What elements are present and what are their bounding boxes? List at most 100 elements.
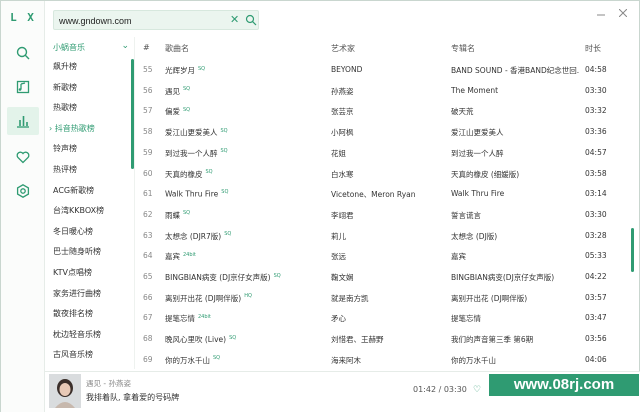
nav-charts[interactable] bbox=[7, 107, 39, 135]
nav-settings[interactable] bbox=[7, 177, 39, 205]
song-artist-text: 海来阿木 bbox=[331, 355, 361, 365]
song-artist: Vicetone、Meron Ryan bbox=[331, 189, 447, 200]
category-item[interactable]: 冬日暖心榜 bbox=[45, 222, 131, 242]
nav-search[interactable] bbox=[7, 39, 39, 67]
category-item[interactable]: ACG新歌榜 bbox=[45, 181, 131, 201]
row-number-text: 66 bbox=[143, 292, 153, 302]
category-item[interactable]: 枕边轻音乐榜 bbox=[45, 325, 131, 345]
category-item[interactable]: 台湾KKBOX榜 bbox=[45, 201, 131, 221]
song-title: 天真的橡皮 SQ bbox=[165, 169, 325, 180]
row-number-text: 63 bbox=[143, 230, 153, 240]
song-title-text: 天真的橡皮 bbox=[165, 169, 203, 179]
lyric-text: 我排着队, 拿着爱的号码牌 bbox=[86, 393, 180, 402]
table-row[interactable]: 61 Walk Thru Fire SQ Vicetone、Meron Ryan Wal… bbox=[135, 183, 631, 204]
song-album: Walk Thru Fire bbox=[451, 189, 579, 198]
favorite-button[interactable]: ♡ bbox=[473, 385, 481, 395]
song-album: BINGBIAN病变(DJ京仔女声版) bbox=[451, 272, 579, 283]
song-title-text: 爱江山更爱美人 bbox=[165, 128, 218, 138]
row-number: 68 bbox=[143, 334, 153, 343]
song-duration: 03:47 bbox=[585, 313, 607, 322]
song-title-text: BINGBIAN病变 (DJ京仔女声版) bbox=[165, 273, 271, 282]
category-item[interactable]: 巴士随身听榜 bbox=[45, 242, 131, 262]
table-row[interactable]: 69 你的万水千山 SQ 海来阿木 你的万水千山 04:06 bbox=[135, 349, 631, 369]
song-artist: 张远 bbox=[331, 251, 447, 262]
quality-badge: SQ bbox=[198, 65, 206, 72]
category-item[interactable]: 新歌榜 bbox=[45, 78, 131, 98]
song-title-text: 提笔忘情 bbox=[165, 314, 195, 324]
clear-icon[interactable]: ✕ bbox=[230, 13, 239, 26]
song-title: 提笔忘情 24bit bbox=[165, 313, 325, 324]
song-album-text: Walk Thru Fire bbox=[451, 189, 505, 199]
song-artist: BEYOND bbox=[331, 65, 447, 74]
category-item[interactable]: 散夜排名榜 bbox=[45, 304, 131, 324]
table-row[interactable]: 57 偏爱 SQ 张芸京 破天荒 03:32 bbox=[135, 100, 631, 121]
table-row[interactable]: 66 离别开出花 (DJ啊伴版) HQ 就是南方凯 离别开出花 (DJ啊伴版) 03:57 bbox=[135, 287, 631, 308]
category-scrollbar[interactable] bbox=[131, 59, 134, 169]
close-button[interactable] bbox=[613, 6, 633, 20]
category-label: 冬日暖心榜 bbox=[53, 226, 93, 236]
category-item[interactable]: 古风音乐榜 bbox=[45, 345, 131, 365]
table-scrollbar[interactable] bbox=[631, 228, 634, 272]
source-selector[interactable]: 小蜗音乐 ⌄ bbox=[53, 41, 133, 56]
category-item[interactable]: 热歌榜 bbox=[45, 98, 131, 118]
table-row[interactable]: 55 光辉岁月 SQ BEYOND BAND SOUND - 香港BAND纪念世回...… bbox=[135, 59, 631, 80]
song-album: 太想念 (DJ版) bbox=[451, 231, 579, 242]
song-duration-text: 05:33 bbox=[585, 251, 607, 261]
album-cover[interactable] bbox=[49, 374, 81, 408]
table-row[interactable]: 63 太想念 (DJR7版) SQ 莉儿 太想念 (DJ版) 03:28 bbox=[135, 225, 631, 246]
song-artist: 矛心 bbox=[331, 313, 447, 324]
category-label: 飙升榜 bbox=[53, 62, 77, 71]
category-label: 古风音乐榜 bbox=[53, 350, 93, 360]
table-row[interactable]: 68 晚风心里吹 (Live) SQ 刘惜君、王赫野 我们的声音第三季 第6期 03:56 bbox=[135, 328, 631, 349]
category-item[interactable]: 热评榜 bbox=[45, 160, 131, 180]
song-title: BINGBIAN病变 (DJ京仔女声版) SQ bbox=[165, 272, 325, 283]
song-album-text: 誓言谎言 bbox=[451, 210, 481, 220]
watermark: www.08rj.com bbox=[489, 374, 639, 396]
search-input[interactable] bbox=[59, 14, 219, 27]
song-artist-text: 张芸京 bbox=[331, 107, 354, 117]
song-artist-text: 白水寒 bbox=[331, 169, 354, 179]
quality-badge: HQ bbox=[244, 293, 252, 300]
category-item[interactable]: › 抖音热歌榜 bbox=[45, 119, 131, 139]
nav-favorites[interactable] bbox=[7, 143, 39, 171]
table-row[interactable]: 64 嘉宾 24bit 张远 嘉宾 05:33 bbox=[135, 245, 631, 266]
song-album: 提笔忘情 bbox=[451, 313, 579, 324]
table-row[interactable]: 67 提笔忘情 24bit 矛心 提笔忘情 03:47 bbox=[135, 307, 631, 328]
app-window: L X ✕ 小蜗音乐 ⌄ bbox=[0, 0, 640, 412]
category-item[interactable]: 飙升榜 bbox=[45, 57, 131, 77]
quality-badge: SQ bbox=[229, 334, 237, 341]
song-artist-text: 花姐 bbox=[331, 148, 346, 158]
row-number-text: 60 bbox=[143, 168, 153, 178]
search-box: ✕ bbox=[53, 10, 259, 30]
table-row[interactable]: 59 到过我一个人醉 SQ 花姐 到过我一个人醉 04:57 bbox=[135, 142, 631, 163]
song-album: 嘉宾 bbox=[451, 251, 579, 262]
song-title-text: Walk Thru Fire bbox=[165, 189, 219, 199]
song-artist: 白水寒 bbox=[331, 169, 447, 180]
song-artist: 孙燕姿 bbox=[331, 86, 447, 97]
category-label: 铃声榜 bbox=[53, 144, 77, 154]
song-duration: 03:56 bbox=[585, 334, 607, 343]
category-item[interactable]: 铃声榜 bbox=[45, 139, 131, 159]
table-row[interactable]: 62 雨蝶 SQ 李翊君 誓言谎言 03:30 bbox=[135, 204, 631, 225]
table-row[interactable]: 65 BINGBIAN病变 (DJ京仔女声版) SQ 鞠文娴 BINGBIAN病变(DJ… bbox=[135, 266, 631, 287]
table-row[interactable]: 60 天真的橡皮 SQ 白水寒 天真的橡皮 (细媛版) 03:58 bbox=[135, 163, 631, 184]
app-logo: L X bbox=[10, 11, 36, 24]
table-row[interactable]: 58 爱江山更爱美人 SQ 小阿枫 爱江山更爱美人 03:36 bbox=[135, 121, 631, 142]
search-icon[interactable] bbox=[245, 14, 257, 26]
category-item[interactable]: KTV点唱榜 bbox=[45, 263, 131, 283]
table-row[interactable]: 56 遇见 SQ 孙燕姿 The Moment 03:30 bbox=[135, 80, 631, 101]
minimize-button[interactable] bbox=[591, 6, 611, 20]
category-item[interactable]: 家务进行曲榜 bbox=[45, 284, 131, 304]
header-artist: 艺术家 bbox=[331, 44, 355, 53]
song-album-text: 破天荒 bbox=[451, 107, 474, 117]
nav-playlist[interactable] bbox=[7, 73, 39, 101]
song-album-text: 太想念 (DJ版) bbox=[451, 231, 498, 241]
category-label: 枕边轻音乐榜 bbox=[53, 329, 101, 339]
header-album: 专辑名 bbox=[451, 44, 475, 53]
song-album-text: 你的万水千山 bbox=[451, 355, 496, 365]
song-duration-text: 04:06 bbox=[585, 354, 607, 364]
song-artist-text: 孙燕姿 bbox=[331, 86, 354, 96]
category-label: 台湾KKBOX榜 bbox=[53, 206, 105, 216]
row-number: 56 bbox=[143, 86, 153, 95]
song-album-text: 离别开出花 (DJ啊伴版) bbox=[451, 293, 528, 303]
